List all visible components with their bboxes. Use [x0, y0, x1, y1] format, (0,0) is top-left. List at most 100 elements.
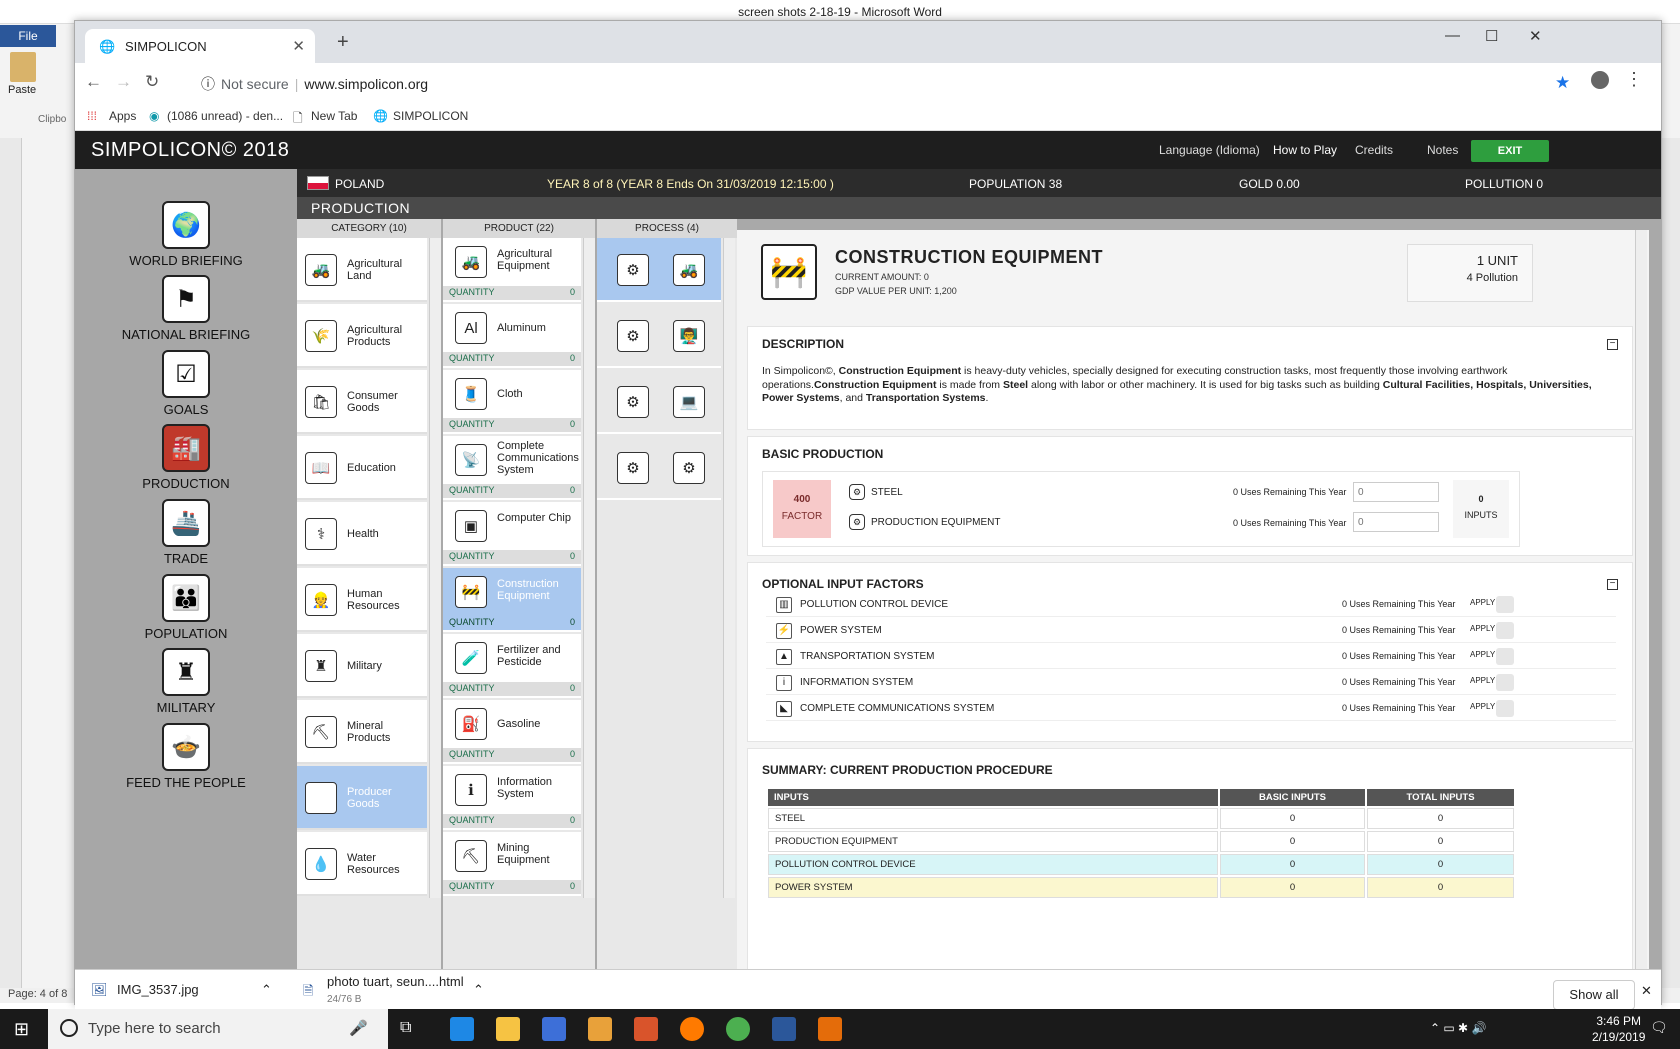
download-item-2[interactable]: photo tuart, seun....html [327, 974, 464, 989]
apps-grid-icon[interactable]: ⁞⁞⁞ [87, 109, 97, 123]
category-health[interactable]: ⚕ Health [297, 502, 427, 566]
paste-label[interactable]: Paste [8, 84, 36, 96]
collapse-icon[interactable]: − [1607, 579, 1618, 590]
product-label: Cloth [497, 388, 523, 400]
task-view-icon[interactable]: ⧉ [400, 1019, 411, 1037]
bookmark-newtab[interactable]: New Tab [311, 109, 357, 123]
app-grid-icon[interactable] [818, 1017, 842, 1041]
media-player-icon[interactable] [588, 1017, 612, 1041]
browser-tab[interactable]: 🌐 SIMPOLICON ✕ [85, 29, 315, 63]
nav-goals[interactable]: ☑ GOALS [105, 350, 267, 417]
production-equipment-quantity-input[interactable] [1353, 512, 1439, 532]
product-construction-equipment[interactable]: 🚧 Construction Equipment QUANTITY 0 [443, 568, 581, 632]
product-complete-communications-system[interactable]: 📡 Complete Communications System QUANTITY 0 [443, 436, 581, 500]
maximize-icon[interactable]: ☐ [1485, 27, 1498, 45]
process-option-2[interactable]: ⚙ 👨‍🏫 [597, 304, 721, 368]
category-agricultural-products[interactable]: 🌾 Agricultural Products [297, 304, 427, 368]
apply-toggle[interactable] [1496, 648, 1514, 665]
detail-scrollbar[interactable] [1635, 230, 1647, 969]
nav-production[interactable]: 🏭 PRODUCTION [105, 424, 267, 491]
close-window-icon[interactable]: ✕ [1529, 27, 1542, 45]
product-cloth[interactable]: 🧵 Cloth QUANTITY 0 [443, 370, 581, 434]
nav-feed-the-people[interactable]: 🍲 FEED THE PEOPLE [105, 723, 267, 790]
nav-trade[interactable]: 🚢 TRADE [105, 499, 267, 566]
nav-national-briefing[interactable]: ⚑ NATIONAL BRIEFING [105, 275, 267, 342]
menu-dots-icon[interactable]: ⋮ [1625, 69, 1643, 90]
windows-start-icon[interactable]: ⊞ [14, 1019, 29, 1040]
product-scrollbar[interactable] [583, 238, 595, 898]
menu-notes[interactable]: Notes [1427, 143, 1458, 157]
minimize-icon[interactable]: — [1445, 27, 1460, 44]
microphone-icon[interactable]: 🎤 [349, 1019, 368, 1037]
bookmark-star-icon[interactable]: ★ [1555, 73, 1570, 93]
product-agricultural-equipment[interactable]: 🚜 Agricultural Equipment QUANTITY 0 [443, 238, 581, 302]
bookmark-apps[interactable]: Apps [109, 109, 136, 123]
bookmark-unread[interactable]: (1086 unread) - den... [167, 109, 283, 123]
notifications-icon[interactable]: 🗨 [1650, 1019, 1668, 1036]
steel-quantity-input[interactable] [1353, 482, 1439, 502]
back-icon[interactable]: ← [85, 72, 102, 92]
product-mining-equipment[interactable]: ⛏ Mining Equipment QUANTITY 0 [443, 832, 581, 896]
system-tray-icons[interactable]: ⌃ ▭ ✱ 🔊 [1430, 1021, 1486, 1035]
edge-icon[interactable] [450, 1017, 474, 1041]
account-icon[interactable] [1591, 71, 1609, 89]
menu-language[interactable]: Language (Idioma) [1159, 143, 1260, 157]
category-mineral-products[interactable]: ⛏ Mineral Products [297, 700, 427, 764]
category-scrollbar[interactable] [429, 238, 441, 898]
close-downloads-icon[interactable]: ✕ [1641, 983, 1652, 999]
process-option-4[interactable]: ⚙ ⚙ [597, 436, 721, 500]
factory-icon: 🏭 [162, 424, 210, 472]
product-aluminum[interactable]: Al Aluminum QUANTITY 0 [443, 304, 581, 368]
store-icon[interactable] [542, 1017, 566, 1041]
nav-military[interactable]: ♜ MILITARY [105, 648, 267, 715]
word-icon[interactable] [772, 1017, 796, 1041]
product-information-system[interactable]: ℹ Information System QUANTITY 0 [443, 766, 581, 830]
nav-population[interactable]: 👪 POPULATION [105, 574, 267, 641]
apply-toggle[interactable] [1496, 700, 1514, 717]
outlook-icon[interactable] [634, 1017, 658, 1041]
bookmark-simpolicon[interactable]: SIMPOLICON [393, 109, 468, 123]
omnibox[interactable]: ⓘ Not secure | www.simpolicon.org [187, 68, 1527, 96]
apply-toggle[interactable] [1496, 674, 1514, 691]
category-consumer-goods[interactable]: 🛍 Consumer Goods [297, 370, 427, 434]
reload-icon[interactable]: ↻ [145, 72, 159, 92]
file-explorer-icon[interactable] [496, 1017, 520, 1041]
category-producer-goods[interactable]: ⚙ Producer Goods [297, 766, 427, 830]
process-option-1[interactable]: ⚙ 🚜 [597, 238, 721, 302]
apply-toggle[interactable] [1496, 596, 1514, 613]
word-scrollbar[interactable] [1662, 138, 1680, 1000]
product-fertilizer-and-pesticide[interactable]: 🧪 Fertilizer and Pesticide QUANTITY 0 [443, 634, 581, 698]
product-computer-chip[interactable]: ▣ Computer Chip QUANTITY 0 [443, 502, 581, 566]
category-human-resources[interactable]: 👷 Human Resources [297, 568, 427, 632]
nav-world-briefing[interactable]: 🌍 WORLD BRIEFING [105, 201, 267, 268]
chrome-icon[interactable] [726, 1017, 750, 1041]
show-all-button[interactable]: Show all [1553, 980, 1635, 1010]
info-icon[interactable]: ⓘ [201, 76, 215, 92]
url-text[interactable]: www.simpolicon.org [304, 76, 428, 92]
menu-how-to-play[interactable]: How to Play [1273, 143, 1337, 157]
close-tab-icon[interactable]: ✕ [292, 37, 305, 55]
download-item-2-size: 24/76 B [327, 994, 362, 1005]
apply-toggle[interactable] [1496, 622, 1514, 639]
exit-button[interactable]: EXIT [1471, 140, 1549, 162]
process-scrollbar[interactable] [723, 238, 735, 898]
collapse-icon[interactable]: − [1607, 339, 1618, 350]
computer-worker-icon: 💻 [673, 386, 705, 418]
clock[interactable]: 3:46 PM 2/19/2019 [1592, 1013, 1645, 1045]
download-item-1[interactable]: IMG_3537.jpg [117, 982, 199, 997]
word-file-tab[interactable]: File [0, 25, 56, 47]
chevron-up-icon[interactable]: ⌃ [261, 982, 272, 998]
process-option-3[interactable]: ⚙ 💻 [597, 370, 721, 434]
category-agricultural-land[interactable]: 🚜 Agricultural Land [297, 238, 427, 302]
category-water-resources[interactable]: 💧 Water Resources [297, 832, 427, 896]
new-tab-button[interactable]: + [337, 31, 349, 54]
taskbar-search[interactable]: Type here to search 🎤 [48, 1009, 388, 1049]
firefox-icon[interactable] [680, 1017, 704, 1041]
paste-icon[interactable] [10, 52, 36, 82]
forward-icon[interactable]: → [115, 72, 132, 92]
product-gasoline[interactable]: ⛽ Gasoline QUANTITY 0 [443, 700, 581, 764]
category-military[interactable]: ♜ Military [297, 634, 427, 698]
menu-credits[interactable]: Credits [1355, 143, 1393, 157]
chevron-up-icon[interactable]: ⌃ [473, 982, 484, 998]
category-education[interactable]: 📖 Education [297, 436, 427, 500]
